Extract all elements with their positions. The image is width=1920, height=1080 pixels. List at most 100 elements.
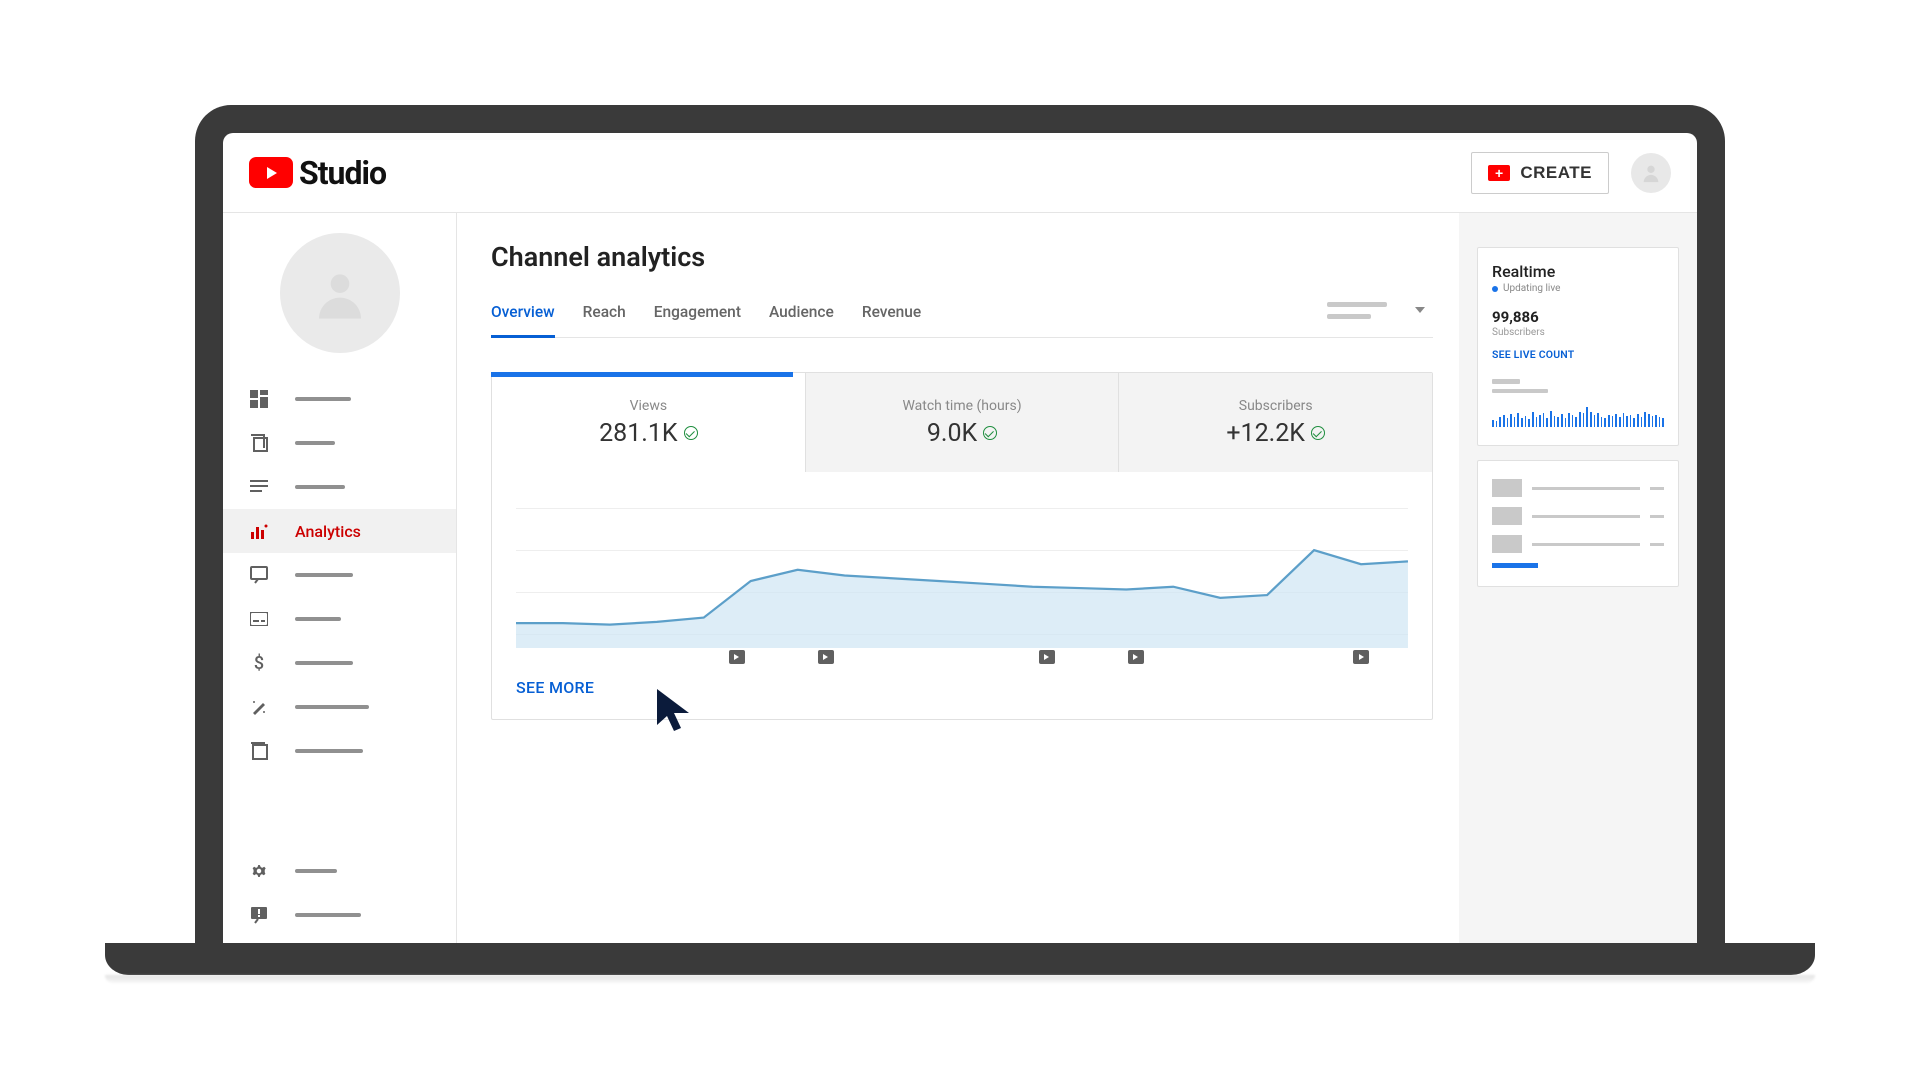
realtime-bar xyxy=(1601,417,1603,427)
realtime-bar xyxy=(1583,413,1585,427)
screen: Studio CREATE xyxy=(223,133,1697,943)
list-item[interactable] xyxy=(1492,479,1664,497)
sidebar-label-skeleton xyxy=(295,573,353,577)
video-thumb xyxy=(1492,507,1522,525)
realtime-bar xyxy=(1510,414,1512,427)
realtime-bar xyxy=(1626,416,1628,427)
realtime-bar xyxy=(1579,412,1581,427)
realtime-bar xyxy=(1528,419,1530,427)
realtime-bar xyxy=(1550,411,1552,427)
kpi-value: 281.1K xyxy=(599,419,697,448)
kpi-value: +12.2K xyxy=(1226,419,1325,448)
kpi-active-indicator xyxy=(491,372,793,377)
realtime-bar xyxy=(1655,415,1657,427)
comments-icon xyxy=(249,565,269,585)
realtime-bar xyxy=(1633,418,1635,427)
realtime-bar xyxy=(1536,417,1538,427)
realtime-bar xyxy=(1561,414,1563,427)
video-publish-marker xyxy=(818,650,834,664)
realtime-bar xyxy=(1648,414,1650,427)
video-thumb xyxy=(1492,479,1522,497)
sidebar-item-dashboard[interactable] xyxy=(223,377,456,421)
realtime-bar xyxy=(1499,417,1501,427)
tab-revenue[interactable]: Revenue xyxy=(862,293,921,337)
sidebar-item-audio-library[interactable] xyxy=(223,729,456,773)
sidebar-item-analytics[interactable]: Analytics xyxy=(223,509,456,553)
channel-avatar[interactable] xyxy=(280,233,400,353)
realtime-bar xyxy=(1557,417,1559,427)
kpi-label: Watch time (hours) xyxy=(902,398,1021,414)
video-thumb xyxy=(1492,535,1522,553)
realtime-bar xyxy=(1615,414,1617,427)
realtime-bar xyxy=(1586,407,1588,427)
views-chart xyxy=(492,472,1432,652)
realtime-bar xyxy=(1594,415,1596,427)
realtime-bar xyxy=(1568,413,1570,427)
sidebar-item-comments[interactable] xyxy=(223,553,456,597)
tab-overview[interactable]: Overview xyxy=(491,293,555,338)
body: Analytics $ xyxy=(223,213,1697,943)
feedback-icon xyxy=(249,905,269,925)
kpi-value: 9.0K xyxy=(927,419,997,448)
main: Channel analytics Overview Reach Engagem… xyxy=(457,213,1697,943)
list-item[interactable] xyxy=(1492,535,1664,553)
sidebar-item-monetization[interactable]: $ xyxy=(223,641,456,685)
audio-library-icon xyxy=(249,741,269,761)
sidebar-label-skeleton xyxy=(295,441,335,445)
tab-reach[interactable]: Reach xyxy=(583,293,626,337)
realtime-sub-label: Subscribers xyxy=(1492,327,1664,338)
kpi-views[interactable]: Views 281.1K xyxy=(492,373,806,472)
sidebar-label-skeleton xyxy=(295,749,363,753)
sidebar-label-skeleton xyxy=(295,913,361,917)
see-live-count-link[interactable]: SEE LIVE COUNT xyxy=(1492,348,1664,361)
realtime-bar xyxy=(1659,417,1661,427)
realtime-updating: Updating live xyxy=(1492,283,1664,294)
create-button[interactable]: CREATE xyxy=(1471,152,1609,194)
gear-icon xyxy=(249,861,269,881)
kpi-label: Subscribers xyxy=(1239,398,1313,414)
check-icon xyxy=(983,426,997,440)
kpi-watchtime[interactable]: Watch time (hours) 9.0K xyxy=(806,373,1120,472)
account-avatar[interactable] xyxy=(1631,153,1671,193)
tab-audience[interactable]: Audience xyxy=(769,293,834,337)
see-more-indicator[interactable] xyxy=(1492,563,1538,568)
kpi-subscribers[interactable]: Subscribers +12.2K xyxy=(1119,373,1432,472)
sidebar-item-customization[interactable] xyxy=(223,685,456,729)
page-title: Channel analytics xyxy=(491,241,1433,273)
dollar-icon: $ xyxy=(249,653,269,673)
realtime-bar xyxy=(1521,418,1523,427)
area-chart xyxy=(516,508,1408,648)
realtime-bar xyxy=(1539,415,1541,427)
video-markers xyxy=(516,650,1408,666)
realtime-bar xyxy=(1604,418,1606,427)
sidebar-item-subtitles[interactable] xyxy=(223,597,456,641)
realtime-bar xyxy=(1546,418,1548,427)
live-dot-icon xyxy=(1492,286,1498,292)
sidebar-item-label: Analytics xyxy=(295,522,361,541)
realtime-bar xyxy=(1644,412,1646,427)
logo[interactable]: Studio xyxy=(249,154,386,192)
realtime-bar xyxy=(1630,415,1632,427)
sidebar-label-skeleton xyxy=(295,869,337,873)
realtime-subscribers-card: Realtime Updating live 99,886 Subscriber… xyxy=(1477,247,1679,446)
date-range-picker[interactable] xyxy=(1327,293,1433,337)
realtime-bar xyxy=(1608,415,1610,427)
list-item[interactable] xyxy=(1492,507,1664,525)
sidebar-item-playlists[interactable] xyxy=(223,465,456,509)
screen-bezel: Studio CREATE xyxy=(195,105,1725,943)
subtitles-icon xyxy=(249,609,269,629)
analytics-card: Views 281.1K Watch time (hours) 9.0K Sub… xyxy=(491,372,1433,720)
realtime-top-content-card xyxy=(1477,460,1679,587)
realtime-bar xyxy=(1590,412,1592,427)
realtime-bar xyxy=(1652,416,1654,427)
realtime-bar xyxy=(1597,413,1599,427)
kpi-row: Views 281.1K Watch time (hours) 9.0K Sub… xyxy=(492,373,1432,472)
sidebar-item-content[interactable] xyxy=(223,421,456,465)
tab-engagement[interactable]: Engagement xyxy=(654,293,741,337)
sidebar-item-feedback[interactable] xyxy=(223,893,456,937)
playlist-icon xyxy=(249,477,269,497)
sidebar-item-settings[interactable] xyxy=(223,849,456,893)
analytics-icon xyxy=(249,521,269,541)
realtime-bar xyxy=(1619,417,1621,427)
realtime-bar xyxy=(1575,417,1577,427)
